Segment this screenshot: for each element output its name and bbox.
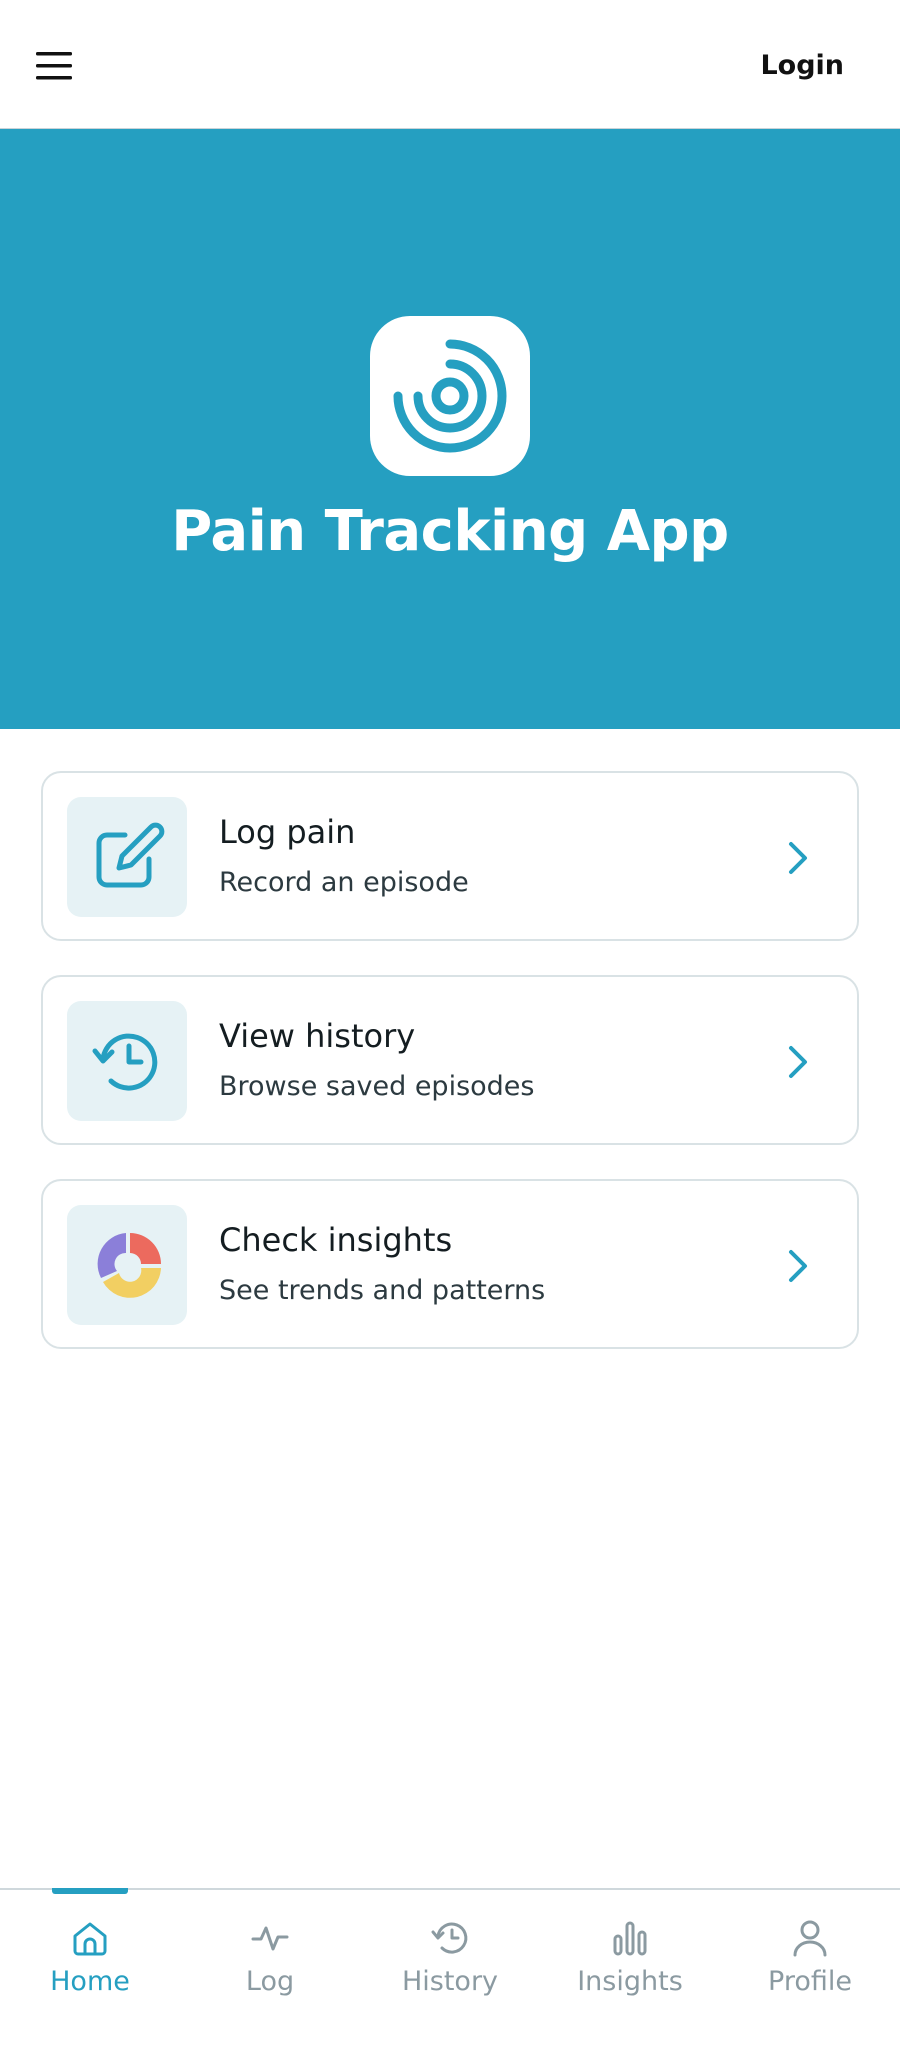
user-icon (793, 1920, 827, 1957)
menu-button[interactable] (34, 48, 78, 84)
nav-home[interactable]: Home (0, 1890, 180, 2020)
bar-chart-icon (613, 1921, 647, 1956)
nav-label: Home (50, 1966, 130, 1997)
nav-history[interactable]: History (360, 1890, 540, 2020)
chevron-right-icon (789, 1046, 807, 1078)
nav-label: History (401, 1966, 499, 1997)
bottom-navigation: Home Log History Insights Profile (0, 1888, 900, 2066)
chevron-right-icon (789, 842, 807, 874)
nav-label: Profile (768, 1966, 852, 1997)
nav-label: Insights (577, 1966, 683, 1997)
card-title: View history (219, 1017, 416, 1055)
card-title: Check insights (219, 1221, 453, 1259)
hamburger-menu-icon (36, 52, 72, 80)
history-clock-icon (92, 1033, 158, 1091)
pencil-square-icon (96, 822, 165, 888)
card-title: Log pain (219, 813, 356, 851)
top-bar: Login (0, 0, 900, 129)
log-pain-card[interactable]: Log pain Record an episode (41, 771, 859, 941)
card-subtitle: Browse saved episodes (219, 1071, 535, 1102)
card-subtitle: See trends and patterns (219, 1275, 546, 1306)
chevron-right-icon (789, 1250, 807, 1282)
check-insights-card[interactable]: Check insights See trends and patterns (41, 1179, 859, 1349)
activity-icon (251, 1926, 289, 1951)
nav-profile[interactable]: Profile (720, 1890, 900, 2020)
nav-log[interactable]: Log (180, 1890, 360, 2020)
home-icon (73, 1922, 107, 1956)
nav-label: Log (245, 1966, 295, 1997)
card-subtitle: Record an episode (219, 867, 469, 898)
nav-insights[interactable]: Insights (540, 1890, 720, 2020)
history-icon (431, 1922, 468, 1954)
view-history-card[interactable]: View history Browse saved episodes (41, 975, 859, 1145)
card-icon-container (67, 1001, 187, 1121)
login-button[interactable]: Login (760, 46, 844, 86)
card-icon-container (67, 1205, 187, 1325)
donut-chart-icon (97, 1233, 161, 1298)
concentric-target-icon (393, 339, 507, 453)
hero-banner: Pain Tracking App (0, 129, 900, 729)
page-title: Pain Tracking App (171, 499, 729, 564)
app-logo (370, 316, 530, 476)
card-icon-container (67, 797, 187, 917)
